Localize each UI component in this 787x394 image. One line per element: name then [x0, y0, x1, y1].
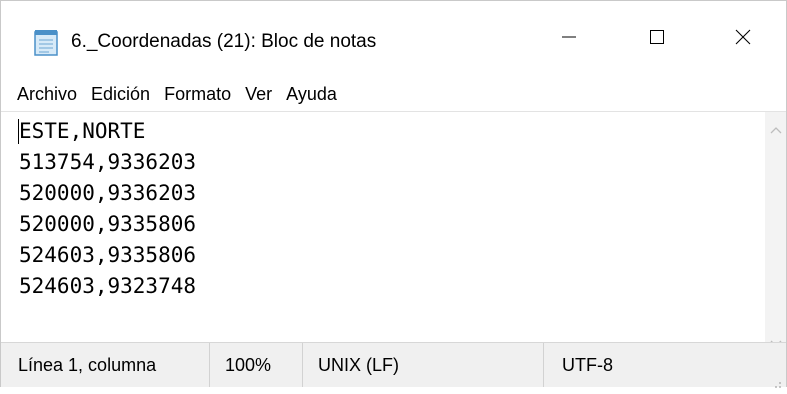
notepad-window: 6._Coordenadas (21): Bloc de notas Archi… [0, 0, 787, 388]
menu-bar: Archivo Edición Formato Ver Ayuda [1, 77, 786, 110]
status-encoding: UTF-8 [543, 343, 753, 387]
vertical-scrollbar[interactable] [765, 111, 786, 347]
menu-ayuda[interactable]: Ayuda [279, 82, 344, 106]
notepad-icon[interactable] [33, 28, 59, 56]
status-bar: Línea 1, columna 100% UNIX (LF) UTF-8 [1, 342, 786, 388]
menu-ver[interactable]: Ver [238, 82, 279, 106]
editor-line: 520000,9335806 [19, 212, 197, 236]
scroll-up-button[interactable] [765, 120, 786, 140]
window-title: 6._Coordenadas (21): Bloc de notas [71, 31, 377, 52]
close-button[interactable] [700, 1, 786, 77]
text-caret [18, 119, 19, 144]
minimize-button[interactable] [526, 1, 612, 77]
editor-line: ESTE,NORTE [19, 119, 146, 143]
menu-edicion[interactable]: Edición [84, 82, 157, 106]
close-icon [735, 29, 751, 50]
resize-grip-icon[interactable] [772, 373, 782, 388]
editor-line: 520000,9336203 [19, 181, 197, 205]
menu-formato[interactable]: Formato [157, 82, 238, 106]
text-editor[interactable]: ESTE,NORTE 513754,9336203 520000,9336203… [1, 111, 765, 342]
editor-line: 524603,9323748 [19, 274, 197, 298]
status-cursor-position: Línea 1, columna [18, 354, 157, 375]
maximize-icon [649, 29, 665, 50]
editor-line: 513754,9336203 [19, 150, 197, 174]
status-line-ending: UNIX (LF) [302, 343, 543, 387]
maximize-button[interactable] [614, 1, 700, 77]
editor-line: 524603,9335806 [19, 243, 197, 267]
minimize-icon [561, 29, 577, 50]
status-zoom: 100% [209, 343, 302, 387]
menu-archivo[interactable]: Archivo [10, 82, 84, 106]
chevron-up-icon [770, 121, 782, 139]
title-bar[interactable]: 6._Coordenadas (21): Bloc de notas [1, 1, 786, 77]
